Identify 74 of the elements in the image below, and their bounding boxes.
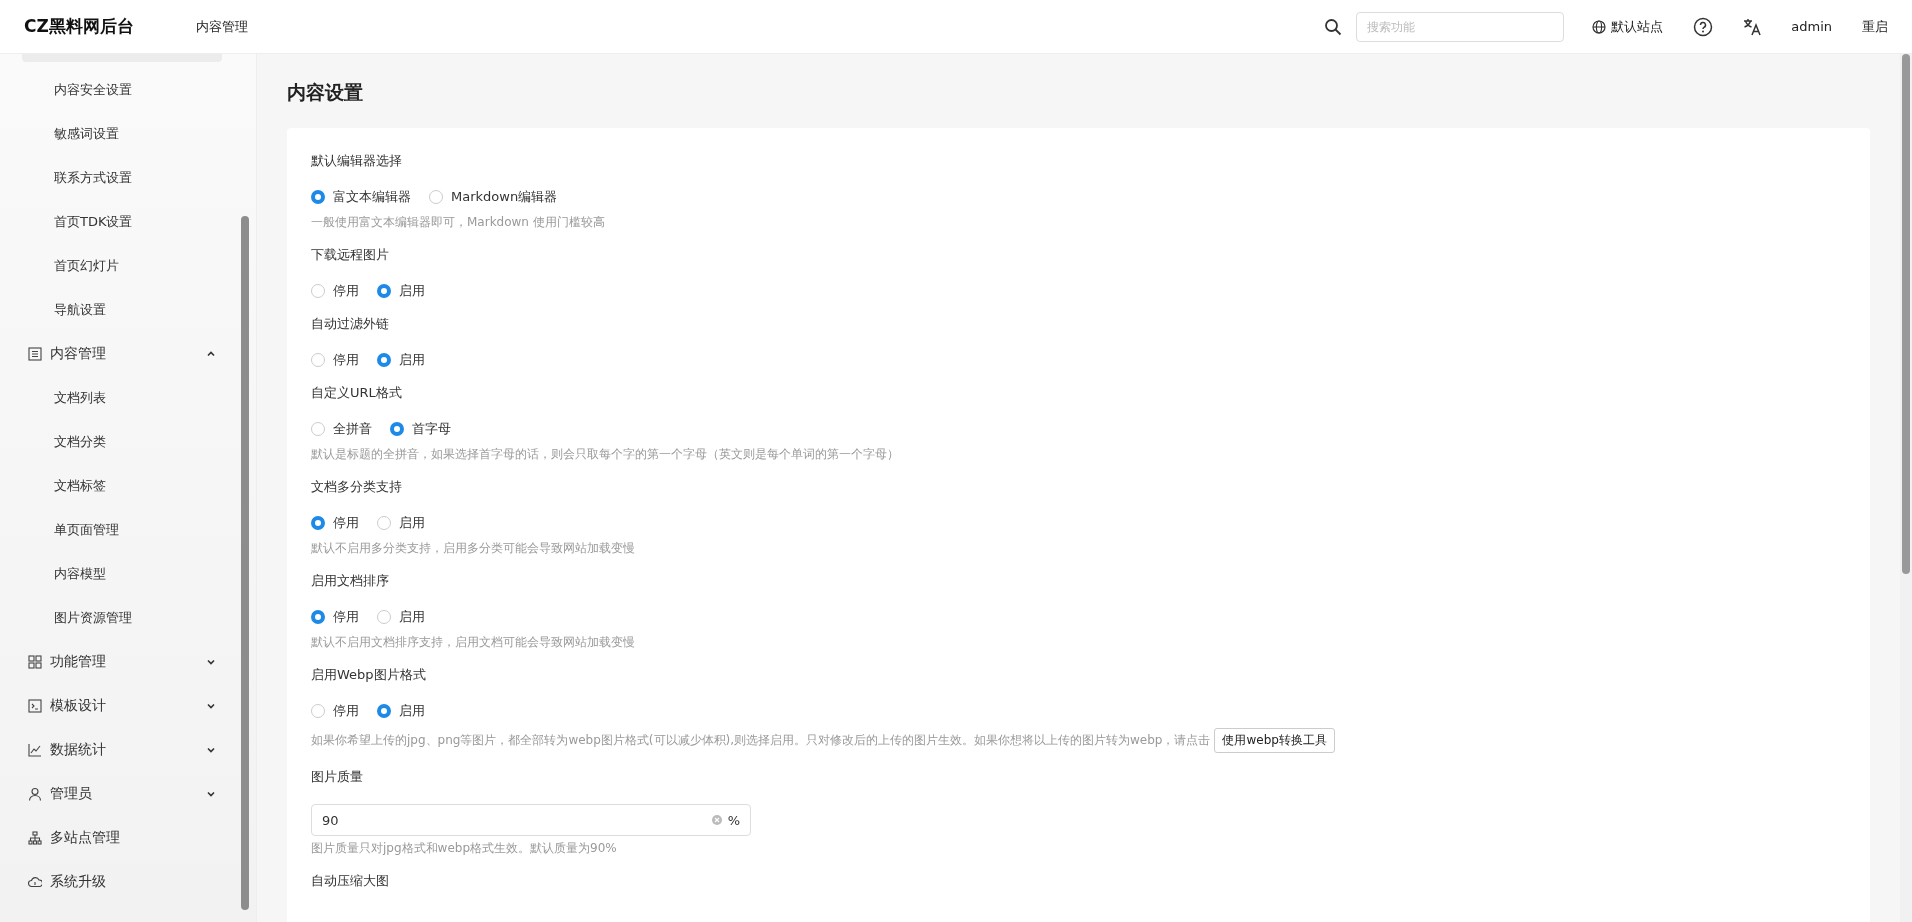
field-label: 启用文档排序: [311, 572, 390, 590]
sidebar-group[interactable]: 管理员: [16, 772, 232, 816]
field-label: 自动过滤外链: [311, 315, 390, 333]
sidebar-item[interactable]: 首页幻灯片: [16, 244, 232, 288]
nav-link[interactable]: 内容管理: [195, 17, 248, 36]
terminal-icon: [28, 699, 42, 713]
radio-option[interactable]: 启用: [377, 702, 425, 720]
field-hint: 图片质量只对jpg格式和webp格式生效。默认质量为90%: [311, 840, 617, 857]
field-label: 启用Webp图片格式: [311, 666, 427, 684]
sidebar-group[interactable]: 模板设计: [16, 684, 232, 728]
restart-link[interactable]: 重启: [1862, 17, 1888, 36]
chart-icon: [28, 743, 42, 757]
translate-icon[interactable]: [1743, 17, 1762, 36]
radio-option[interactable]: 启用: [377, 514, 425, 532]
sidebar-group[interactable]: 内容管理: [16, 332, 232, 376]
field-hint: 默认不启用多分类支持，启用多分类可能会导致网站加载变慢: [311, 540, 635, 557]
radio-option[interactable]: 首字母: [390, 420, 451, 438]
sidebar-item[interactable]: 单页面管理: [16, 508, 232, 552]
sidebar-group[interactable]: 多站点管理: [16, 816, 232, 860]
chevron-down-icon: [206, 657, 216, 667]
radio-option[interactable]: 停用: [311, 608, 359, 626]
sidebar-item[interactable]: 联系方式设置: [16, 156, 232, 200]
radio-option[interactable]: 启用: [377, 351, 425, 369]
cloud-icon: [28, 875, 42, 889]
webp-tool-button[interactable]: 使用webp转换工具: [1214, 728, 1335, 753]
list-icon: [28, 347, 42, 361]
sidebar-item[interactable]: 文档列表: [16, 376, 232, 420]
sidebar-group[interactable]: 功能管理: [16, 640, 232, 684]
sidebar-item[interactable]: 文档标签: [16, 464, 232, 508]
sidebar-item[interactable]: 内容安全设置: [16, 68, 232, 112]
globe-icon: [1592, 19, 1607, 34]
field-hint: 默认是标题的全拼音，如果选择首字母的话，则会只取每个字的第一个字母（英文则是每个单词的第一个字母）: [311, 446, 899, 463]
chevron-down-icon: [206, 789, 216, 799]
site-menu[interactable]: 默认站点: [1592, 17, 1664, 36]
sidebar-item[interactable]: 文档分类: [16, 420, 232, 464]
quality-field[interactable]: 90 %: [311, 804, 751, 836]
page-scrollbar[interactable]: [1900, 54, 1912, 922]
page-title: 内容设置: [287, 80, 364, 105]
field-label: 文档多分类支持: [311, 478, 403, 496]
radio-option[interactable]: 启用: [377, 608, 425, 626]
radio-option[interactable]: 停用: [311, 282, 359, 300]
sidebar-group[interactable]: 系统升级: [16, 860, 232, 904]
radio-option[interactable]: 启用: [377, 282, 425, 300]
sitemap-icon: [28, 831, 42, 845]
chevron-down-icon: [206, 701, 216, 711]
field-label: 下载远程图片: [311, 246, 390, 264]
field-hint: 如果你希望上传的jpg、png等图片，都全部转为webp图片格式(可以减少体积),则选择启用。只对修改后的上传的图片生效。如果你想将以上传的图片转为webp，请点击: [311, 732, 1211, 749]
radio-option[interactable]: 富文本编辑器: [311, 188, 411, 206]
field-hint: 默认不启用文档排序支持，启用文档可能会导致网站加载变慢: [311, 634, 635, 651]
radio-option[interactable]: 停用: [311, 351, 359, 369]
field-label: 自定义URL格式: [311, 384, 403, 402]
person-icon: [28, 787, 42, 801]
radio-option[interactable]: 全拼音: [311, 420, 372, 438]
field-label: 图片质量: [311, 768, 364, 786]
chevron-up-icon: [206, 349, 216, 359]
help-icon[interactable]: [1693, 16, 1714, 37]
sidebar-item[interactable]: 内容模型: [16, 552, 232, 596]
search-field[interactable]: 搜索功能: [1356, 11, 1565, 42]
logo-text[interactable]: CZ黑料网后台: [24, 15, 134, 38]
sidebar-item[interactable]: 敏感词设置: [16, 112, 232, 156]
radio-option[interactable]: Markdown编辑器: [429, 188, 558, 206]
chevron-down-icon: [206, 745, 216, 755]
sidebar-item[interactable]: 图片资源管理: [16, 596, 232, 640]
grid-icon: [28, 655, 42, 669]
sidebar-group[interactable]: 数据统计: [16, 728, 232, 772]
field-hint: 一般使用富文本编辑器即可，Markdown 使用门槛较高: [311, 214, 605, 231]
user-menu[interactable]: admin: [1791, 19, 1832, 34]
field-label: 默认编辑器选择: [311, 152, 403, 170]
search-icon[interactable]: [1324, 17, 1343, 36]
radio-option[interactable]: 停用: [311, 514, 359, 532]
sidebar-item[interactable]: 首页TDK设置: [16, 200, 232, 244]
radio-option[interactable]: 停用: [311, 702, 359, 720]
field-label: 自动压缩大图: [311, 872, 390, 890]
sidebar-item[interactable]: 导航设置: [16, 288, 232, 332]
